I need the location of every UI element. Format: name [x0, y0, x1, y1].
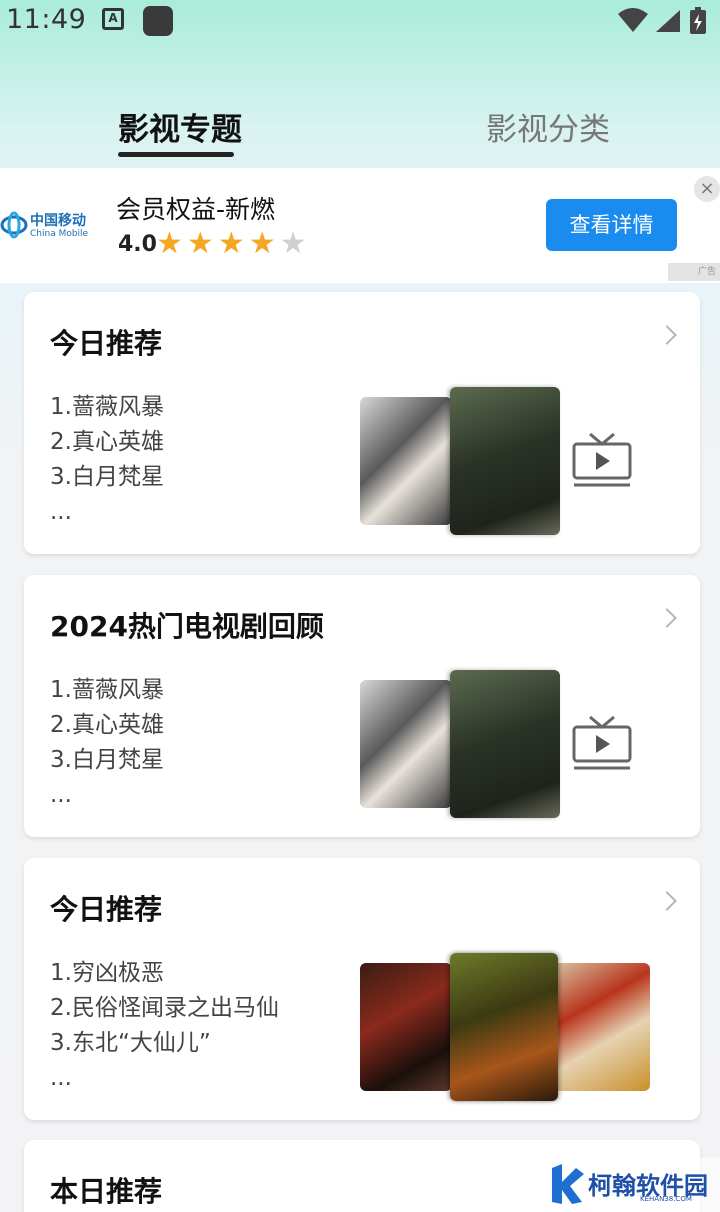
list-item: ...	[50, 1065, 72, 1091]
list-item: 2.真心英雄	[50, 712, 164, 738]
signal-icon	[656, 10, 680, 32]
close-icon[interactable]: ×	[694, 176, 720, 202]
topic-card[interactable]: 今日推荐 1.蔷薇风暴 2.真心英雄 3.白月梵星 ...	[24, 292, 700, 554]
china-mobile-logo: 中国移动 China Mobile	[0, 208, 98, 248]
poster-stack	[360, 670, 560, 818]
poster-stack	[360, 387, 560, 535]
ad-title: 会员权益-新燃	[116, 195, 276, 224]
tv-play-icon[interactable]	[572, 430, 632, 490]
poster-image	[360, 397, 452, 525]
card-title: 2024热门电视剧回顾	[50, 610, 324, 643]
list-item: 3.东北“大仙儿”	[50, 1030, 211, 1056]
card-title: 今日推荐	[50, 893, 163, 926]
top-tabs: 影视专题 影视分类	[0, 100, 720, 160]
ad-rating: 4.0	[118, 232, 157, 257]
list-item: 2.民俗怪闻录之出马仙	[50, 995, 279, 1021]
active-tab-indicator	[118, 152, 234, 157]
star-icon: ★	[217, 226, 249, 261]
poster-image	[450, 953, 558, 1101]
list-item: 1.蔷薇风暴	[50, 394, 164, 420]
poster-stack	[360, 953, 652, 1101]
poster-image	[450, 387, 560, 535]
card-list: 1.穷凶极恶 2.民俗怪闻录之出马仙 3.东北“大仙儿” ...	[50, 956, 279, 1096]
star-icon: ★	[248, 226, 280, 261]
wifi-icon	[618, 8, 648, 32]
poster-image	[552, 963, 650, 1091]
list-item: 1.穷凶极恶	[50, 960, 164, 986]
chevron-right-icon[interactable]	[657, 325, 677, 345]
poster-image	[450, 670, 560, 818]
card-title: 本日推荐	[50, 1175, 163, 1208]
list-item: ...	[50, 782, 72, 808]
star-icon: ★	[156, 226, 187, 261]
card-list: 1.蔷薇风暴 2.真心英雄 3.白月梵星 ...	[50, 390, 164, 530]
ad-tag: 广告	[668, 263, 720, 281]
star-icon: ★	[186, 226, 218, 261]
chevron-right-icon[interactable]	[657, 608, 677, 628]
ad-banner[interactable]: 中国移动 China Mobile 会员权益-新燃 4.0 ★★★★★ 查看详情…	[0, 168, 720, 283]
tab-film-categories[interactable]: 影视分类	[486, 104, 610, 149]
star-empty-icon: ★	[279, 226, 311, 261]
topic-card[interactable]: 今日推荐 1.穷凶极恶 2.民俗怪闻录之出马仙 3.东北“大仙儿” ...	[24, 858, 700, 1120]
list-item: 2.真心英雄	[50, 429, 164, 455]
view-details-button[interactable]: 查看详情	[546, 199, 677, 251]
ad-rating-stars: ★★★★★	[156, 226, 311, 261]
app-square-icon	[143, 6, 173, 36]
list-item: 3.白月梵星	[50, 747, 164, 773]
notification-a-icon: A	[102, 8, 124, 30]
tab-film-topics[interactable]: 影视专题	[118, 104, 242, 149]
list-item: 3.白月梵星	[50, 464, 164, 490]
china-mobile-swirl-icon	[0, 211, 28, 239]
battery-charging-icon	[690, 7, 706, 34]
poster-image	[360, 680, 452, 808]
status-icons	[616, 4, 716, 36]
tv-play-icon[interactable]	[572, 713, 632, 773]
list-item: ...	[50, 499, 72, 525]
status-time: 11:49	[6, 4, 87, 35]
poster-image	[360, 963, 452, 1091]
status-bar: 11:49 A	[0, 0, 720, 44]
card-title: 今日推荐	[50, 327, 163, 360]
list-item: 1.蔷薇风暴	[50, 677, 164, 703]
chevron-right-icon[interactable]	[657, 891, 677, 911]
watermark-logo: 柯翰软件园 KEHAN38.COM	[540, 1158, 720, 1212]
card-list: 1.蔷薇风暴 2.真心英雄 3.白月梵星 ...	[50, 673, 164, 813]
topic-card[interactable]: 2024热门电视剧回顾 1.蔷薇风暴 2.真心英雄 3.白月梵星 ...	[24, 575, 700, 837]
kehan-logo-icon	[552, 1164, 584, 1204]
